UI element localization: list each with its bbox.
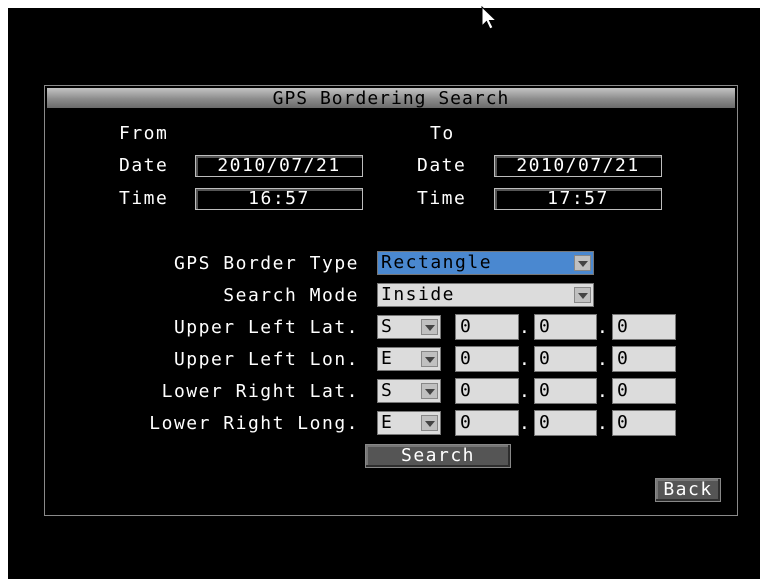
from-time-label: Time: [119, 188, 169, 209]
to-time-field[interactable]: 17:57: [494, 188, 662, 210]
upper-left-lat-dir-select[interactable]: S: [377, 315, 441, 339]
upper-left-lon-min-input[interactable]: 0: [534, 346, 597, 372]
border-type-label: GPS Border Type: [173, 253, 359, 274]
dialog-title: GPS Bordering Search: [272, 88, 510, 109]
to-header: To: [430, 123, 455, 144]
lower-right-long-label: Lower Right Long.: [149, 413, 359, 434]
chevron-down-icon[interactable]: [421, 415, 438, 431]
upper-left-lon-sec-input[interactable]: 0: [612, 346, 676, 372]
separator-dot: .: [519, 349, 530, 370]
chevron-down-icon[interactable]: [421, 383, 438, 399]
dialog-title-bar: GPS Bordering Search: [47, 88, 735, 109]
gps-bordering-search-dialog: GPS Bordering Search From To Date 2010/0…: [44, 85, 738, 516]
chevron-down-icon[interactable]: [421, 319, 438, 335]
back-button[interactable]: Back: [655, 478, 721, 502]
upper-left-lat-dir-value: S: [381, 316, 394, 337]
lower-right-long-dir-value: E: [381, 412, 394, 433]
separator-dot: .: [597, 381, 608, 402]
upper-left-lon-deg-input[interactable]: 0: [455, 346, 519, 372]
separator-dot: .: [597, 413, 608, 434]
from-time-field[interactable]: 16:57: [195, 188, 363, 210]
to-date-label: Date: [417, 155, 467, 176]
lower-right-long-deg-input[interactable]: 0: [455, 410, 519, 436]
chevron-down-icon[interactable]: [574, 255, 591, 271]
separator-dot: .: [519, 317, 530, 338]
separator-dot: .: [519, 381, 530, 402]
to-date-field[interactable]: 2010/07/21: [494, 155, 662, 177]
lower-right-lat-min-input[interactable]: 0: [534, 378, 597, 404]
upper-left-lat-label: Upper Left Lat.: [173, 317, 359, 338]
lower-right-lat-sec-input[interactable]: 0: [612, 378, 676, 404]
lower-right-lat-deg-input[interactable]: 0: [455, 378, 519, 404]
from-date-field[interactable]: 2010/07/21: [195, 155, 363, 177]
separator-dot: .: [519, 413, 530, 434]
lower-right-long-sec-input[interactable]: 0: [612, 410, 676, 436]
upper-left-lon-dir-select[interactable]: E: [377, 347, 441, 371]
search-mode-label: Search Mode: [223, 285, 359, 306]
lower-right-lat-dir-select[interactable]: S: [377, 379, 441, 403]
mouse-pointer-icon: [481, 6, 498, 30]
upper-left-lat-deg-input[interactable]: 0: [455, 314, 519, 340]
to-time-label: Time: [417, 188, 467, 209]
separator-dot: .: [597, 317, 608, 338]
border-type-value: Rectangle: [381, 252, 493, 273]
lower-right-lat-dir-value: S: [381, 380, 394, 401]
lower-right-long-dir-select[interactable]: E: [377, 411, 441, 435]
search-mode-select[interactable]: Inside: [377, 283, 594, 307]
search-button[interactable]: Search: [365, 444, 511, 468]
upper-left-lat-min-input[interactable]: 0: [534, 314, 597, 340]
upper-left-lon-dir-value: E: [381, 348, 394, 369]
chevron-down-icon[interactable]: [421, 351, 438, 367]
border-type-select[interactable]: Rectangle: [377, 251, 594, 275]
upper-left-lat-sec-input[interactable]: 0: [612, 314, 676, 340]
from-date-label: Date: [119, 155, 169, 176]
lower-right-long-min-input[interactable]: 0: [534, 410, 597, 436]
search-mode-value: Inside: [381, 284, 456, 305]
upper-left-lon-label: Upper Left Lon.: [173, 349, 359, 370]
from-header: From: [119, 123, 169, 144]
chevron-down-icon[interactable]: [574, 287, 591, 303]
separator-dot: .: [597, 349, 608, 370]
lower-right-lat-label: Lower Right Lat.: [161, 381, 359, 402]
